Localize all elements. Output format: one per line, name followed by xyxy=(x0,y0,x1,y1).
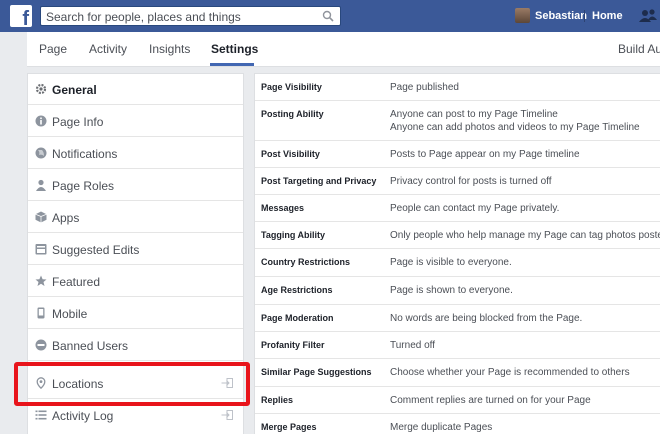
cube-icon xyxy=(35,211,47,223)
search-placeholder: Search for people, places and things xyxy=(46,10,241,24)
menu-item-label: Suggested Edits xyxy=(52,243,140,257)
tab-settings[interactable]: Settings xyxy=(211,42,258,56)
banned-icon xyxy=(35,339,47,351)
person-icon xyxy=(36,179,46,191)
setting-label: Messages xyxy=(261,203,305,213)
settings-row-profanity-filter[interactable]: Profanity Filter Turned off xyxy=(255,332,660,359)
setting-label: Post Targeting and Privacy xyxy=(261,176,377,186)
mobile-icon xyxy=(37,307,45,319)
setting-label: Post Visibility xyxy=(261,149,320,159)
settings-row-tagging-ability[interactable]: Tagging Ability Only people who help man… xyxy=(255,222,660,249)
globe-icon xyxy=(35,147,47,159)
setting-value-secondary: Anyone can add photos and videos to my P… xyxy=(390,122,640,133)
menu-item-label: General xyxy=(52,83,97,97)
settings-row-similar-page-suggestions[interactable]: Similar Page Suggestions Choose whether … xyxy=(255,359,660,387)
setting-label: Page Moderation xyxy=(261,313,334,323)
tab-page[interactable]: Page xyxy=(39,42,67,56)
menu-item-page-roles[interactable]: Page Roles xyxy=(28,170,243,201)
setting-label: Page Visibility xyxy=(261,82,322,92)
settings-row-country-restrictions[interactable]: Country Restrictions Page is visible to … xyxy=(255,249,660,277)
home-link[interactable]: Home xyxy=(592,10,623,22)
setting-value: Turned off xyxy=(390,340,436,351)
tab-insights[interactable]: Insights xyxy=(149,42,190,56)
menu-item-label: Mobile xyxy=(52,307,88,321)
menu-item-label: Page Roles xyxy=(52,179,115,193)
setting-value: Choose whether your Page is recommended … xyxy=(390,367,630,378)
settings-row-replies[interactable]: Replies Comment replies are turned on fo… xyxy=(255,387,660,414)
settings-row-messages[interactable]: Messages People can contact my Page priv… xyxy=(255,195,660,222)
external-link-icon xyxy=(221,410,233,420)
settings-row-merge-pages[interactable]: Merge Pages Merge duplicate Pages xyxy=(255,414,660,434)
star-icon xyxy=(35,275,47,286)
tab-activity[interactable]: Activity xyxy=(89,42,127,56)
setting-label: Merge Pages xyxy=(261,422,317,432)
setting-label: Tagging Ability xyxy=(261,230,325,240)
build-audience-button[interactable]: Build Aud xyxy=(618,42,660,56)
setting-value: Anyone can post to my Page Timeline xyxy=(390,109,558,120)
menu-item-featured[interactable]: Featured xyxy=(28,266,243,297)
menu-item-label: Featured xyxy=(52,275,101,289)
setting-value: Page published xyxy=(390,82,459,93)
page-tab-bar: Page Activity Insights Settings Build Au… xyxy=(27,32,660,67)
setting-label: Replies xyxy=(261,395,294,405)
menu-item-label: Notifications xyxy=(52,147,118,161)
menu-item-banned-users[interactable]: Banned Users xyxy=(28,330,243,361)
setting-value: Page is shown to everyone. xyxy=(390,285,513,296)
search-input[interactable]: Search for people, places and things xyxy=(40,6,341,26)
friend-requests-icon[interactable] xyxy=(638,8,660,24)
menu-item-label: Activity Log xyxy=(52,409,114,423)
settings-row-posting-ability[interactable]: Posting Ability Anyone can post to my Pa… xyxy=(255,101,660,141)
menu-item-label: Page Info xyxy=(52,115,104,129)
setting-label: Posting Ability xyxy=(261,109,324,119)
general-settings-table: Page Visibility Page published Posting A… xyxy=(254,73,660,434)
menu-item-page-info[interactable]: Page Info xyxy=(28,106,243,137)
setting-label: Country Restrictions xyxy=(261,257,351,267)
user-name-link[interactable]: Sebastian xyxy=(535,10,587,22)
facebook-logo[interactable]: f xyxy=(10,5,32,29)
nav-divider xyxy=(584,10,585,22)
setting-value: Page is visible to everyone. xyxy=(390,257,512,268)
setting-value: Privacy control for posts is turned off xyxy=(390,176,552,187)
settings-row-page-moderation[interactable]: Page Moderation No words are being block… xyxy=(255,305,660,332)
setting-value: No words are being blocked from the Page… xyxy=(390,313,583,324)
setting-value: Merge duplicate Pages xyxy=(390,422,493,433)
setting-value: Posts to Page appear on my Page timeline xyxy=(390,149,580,160)
setting-value: People can contact my Page privately. xyxy=(390,203,560,214)
menu-item-general[interactable]: General xyxy=(28,74,243,105)
setting-label: Age Restrictions xyxy=(261,285,333,295)
list-icon xyxy=(35,410,47,420)
locations-highlight-box xyxy=(14,362,250,406)
setting-value: Comment replies are turned on for your P… xyxy=(390,395,591,406)
settings-row-post-targeting[interactable]: Post Targeting and Privacy Privacy contr… xyxy=(255,168,660,195)
settings-row-post-visibility[interactable]: Post Visibility Posts to Page appear on … xyxy=(255,141,660,168)
setting-label: Similar Page Suggestions xyxy=(261,367,372,377)
active-tab-indicator xyxy=(210,63,254,66)
info-icon xyxy=(35,115,47,127)
menu-item-label: Apps xyxy=(52,211,80,225)
menu-item-suggested-edits[interactable]: Suggested Edits xyxy=(28,234,243,265)
menu-item-notifications[interactable]: Notifications xyxy=(28,138,243,169)
top-navigation-bar: f Search for people, places and things S… xyxy=(0,0,660,32)
gear-icon xyxy=(35,83,47,95)
search-icon[interactable] xyxy=(322,10,334,22)
settings-row-age-restrictions[interactable]: Age Restrictions Page is shown to everyo… xyxy=(255,277,660,305)
setting-label: Profanity Filter xyxy=(261,340,325,350)
menu-item-mobile[interactable]: Mobile xyxy=(28,298,243,329)
settings-row-page-visibility[interactable]: Page Visibility Page published xyxy=(255,74,660,101)
user-avatar[interactable] xyxy=(515,8,530,23)
menu-item-label: Banned Users xyxy=(52,339,129,353)
suggested-edits-icon xyxy=(35,244,47,255)
setting-value: Only people who help manage my Page can … xyxy=(390,230,660,241)
menu-item-apps[interactable]: Apps xyxy=(28,202,243,233)
